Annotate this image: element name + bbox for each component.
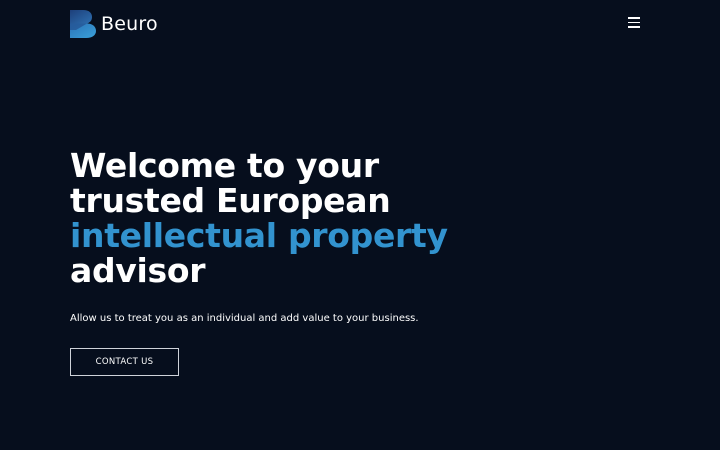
hero-title-line-4: advisor [70,251,206,290]
hero-title-line-2: trusted European [70,181,391,220]
landing-page: Beuro Welcome to your trusted European i… [0,0,720,450]
beuro-logo-icon [70,10,96,38]
hero-title-accent: intellectual property [70,216,448,255]
brand-name: Beuro [101,13,158,35]
hero-title: Welcome to your trusted European intelle… [70,148,590,288]
hero-title-line-1: Welcome to your [70,146,379,185]
site-header: Beuro [0,0,720,46]
brand-logo-link[interactable]: Beuro [70,10,158,38]
menu-button[interactable] [624,13,644,31]
hero-subtitle: Allow us to treat you as an individual a… [70,313,419,324]
contact-us-button[interactable]: CONTACT US [70,348,179,376]
hero-section: Welcome to your trusted European intelle… [70,148,590,288]
